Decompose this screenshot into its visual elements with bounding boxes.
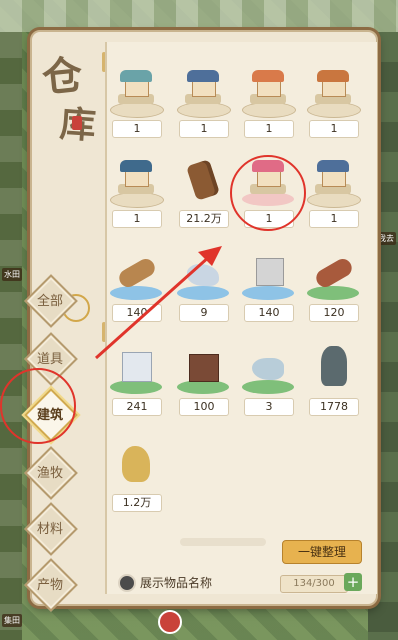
show-names-label: 展示物品名称	[140, 576, 213, 590]
avatar-badge-icon	[158, 610, 182, 634]
expand-capacity-button[interactable]: +	[344, 573, 362, 591]
capacity-counter: 134/300	[280, 575, 348, 593]
show-names-toggle[interactable]	[118, 574, 136, 592]
scroll-handle[interactable]	[180, 538, 266, 546]
auto-arrange-button[interactable]: 一键整理	[282, 540, 362, 564]
